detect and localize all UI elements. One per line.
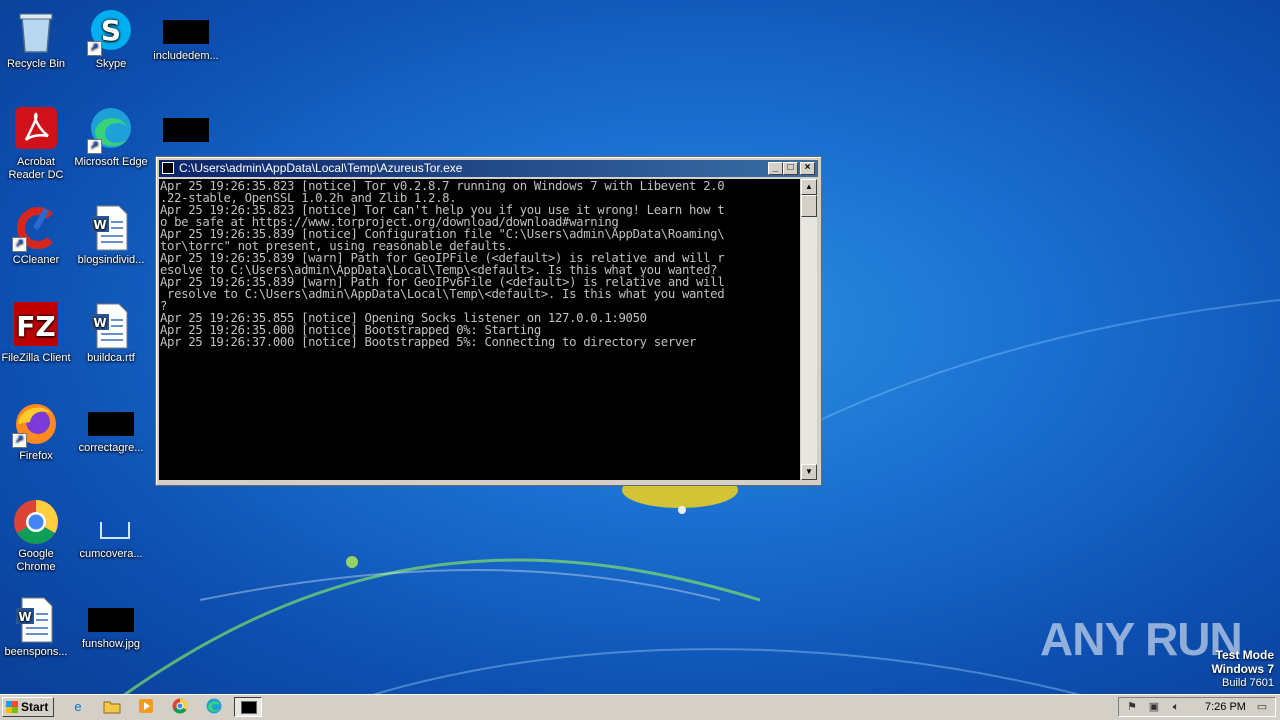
desktop-icon-skype[interactable]: S ↗ Skype [73, 8, 149, 71]
shortcut-arrow-icon: ↗ [87, 41, 102, 56]
console-output-area[interactable]: Apr 25 19:26:35.823 [notice] Tor v0.2.8.… [159, 179, 800, 480]
console-line: resolve to C:\Users\admin\AppData\Local\… [160, 287, 725, 301]
ccleaner-icon: ↗ [12, 204, 60, 252]
chrome-taskbar-icon[interactable] [170, 698, 190, 716]
console-taskbar-button[interactable] [234, 697, 262, 717]
desktop-icon-label: Acrobat Reader DC [8, 156, 64, 181]
desktop-icon-label: buildca.rtf [87, 352, 135, 364]
desktop-icon-label: Google Chrome [16, 548, 56, 573]
chrome-icon [12, 498, 60, 546]
start-label: Start [21, 700, 49, 714]
test-mode-notice: Test Mode Windows 7 Build 7601 [1211, 648, 1274, 690]
console-titlebar[interactable]: C:\Users\admin\AppData\Local\Temp\Azureu… [159, 160, 818, 177]
desktop-icon-firefox[interactable]: ↗ Firefox [0, 400, 74, 463]
desktop-icon-beenspons[interactable]: W beenspons... [0, 596, 74, 659]
media-player-icon[interactable] [136, 698, 156, 716]
desktop-icon-correctagre[interactable]: correctagre... [73, 400, 149, 455]
scroll-up-button[interactable]: ▲ [801, 179, 817, 195]
word-doc-icon: W [87, 302, 135, 350]
maximize-button[interactable]: □ [783, 162, 798, 175]
shortcut-arrow-icon: ↗ [12, 433, 27, 448]
firefox-icon: ↗ [12, 400, 60, 448]
console-app-icon [162, 162, 174, 174]
console-line: Apr 25 19:26:37.000 [notice] Bootstrappe… [160, 335, 697, 349]
desktop-icon-label: Microsoft Edge [74, 156, 148, 168]
svg-text:W: W [93, 316, 106, 330]
acrobat-icon [12, 106, 60, 154]
file-icon [87, 498, 135, 546]
desktop-icon-hidden-file[interactable] [148, 106, 224, 148]
file-icon [163, 20, 209, 44]
svg-text:W: W [93, 218, 106, 232]
minimize-button[interactable]: _ [768, 162, 783, 175]
volume-icon[interactable]: 🔈︎ [1169, 700, 1183, 714]
desktop-icon-funshow[interactable]: funshow.jpg [73, 596, 149, 651]
desktop-icon-filezilla[interactable]: FZ FileZilla Client [0, 302, 74, 365]
image-file-icon [88, 608, 134, 632]
shortcut-arrow-icon: ↗ [87, 139, 102, 154]
desktop-icon-ccleaner[interactable]: ↗ CCleaner [0, 204, 74, 267]
console-output-text: Apr 25 19:26:35.823 [notice] Tor v0.2.8.… [159, 179, 800, 348]
test-mode-build: Build 7601 [1222, 677, 1274, 689]
filezilla-icon: FZ [12, 302, 60, 350]
start-button[interactable]: Start [2, 697, 54, 717]
desktop-icon-label: FileZilla Client [1, 352, 71, 364]
edge-icon: ↗ [87, 106, 135, 154]
vertical-scrollbar[interactable]: ▲ ▼ [801, 179, 817, 480]
internet-explorer-icon[interactable]: e [68, 698, 88, 716]
test-mode-line: Test Mode [1215, 648, 1274, 662]
scroll-thumb[interactable] [801, 195, 817, 217]
shortcut-arrow-icon: ↗ [12, 237, 27, 252]
svg-text:FZ: FZ [16, 310, 55, 343]
desktop-icon-acrobat[interactable]: Acrobat Reader DC [0, 106, 74, 182]
windows-logo-icon [6, 701, 18, 713]
desktop-icon-edge[interactable]: ↗ Microsoft Edge [73, 106, 149, 169]
desktop-icon-recycle-bin[interactable]: Recycle Bin [0, 8, 74, 71]
console-taskbar-icon [241, 701, 257, 714]
word-doc-icon: W [87, 204, 135, 252]
svg-text:W: W [18, 610, 31, 624]
desktop-icon-includedem[interactable]: includedem... [148, 8, 224, 63]
taskbar: Start e ⚑ ▣ 🔈︎ 7:26 PM ▭ [0, 694, 1280, 720]
console-title: C:\Users\admin\AppData\Local\Temp\Azureu… [179, 161, 463, 175]
taskbar-clock[interactable]: 7:26 PM [1205, 698, 1246, 716]
test-mode-os: Windows 7 [1211, 662, 1274, 676]
file-icon [163, 118, 209, 142]
system-tray: ⚑ ▣ 🔈︎ 7:26 PM ▭ [1118, 697, 1276, 717]
edge-taskbar-icon[interactable] [204, 698, 224, 716]
svg-text:S: S [101, 14, 121, 47]
skype-icon: S ↗ [87, 8, 135, 56]
show-desktop-icon[interactable]: ▭ [1255, 700, 1269, 714]
desktop-icon-label: funshow.jpg [81, 638, 141, 650]
desktop-icon-chrome[interactable]: Google Chrome [0, 498, 74, 574]
desktop-icon-label: cumcovera... [79, 548, 143, 560]
close-button[interactable]: × [800, 162, 815, 175]
desktop-icon-label: includedem... [153, 50, 219, 62]
desktop-icon-cumcovera[interactable]: cumcovera... [73, 498, 149, 561]
scroll-down-button[interactable]: ▼ [801, 464, 817, 480]
desktop-icon-label: CCleaner [12, 254, 60, 266]
desktop-icon-label: blogsindivid... [77, 254, 145, 266]
action-center-flag-icon[interactable]: ⚑ [1125, 700, 1139, 714]
desktop-icon-label: Skype [95, 58, 127, 70]
desktop-icon-label: Recycle Bin [6, 58, 66, 70]
desktop-icon-label: beenspons... [4, 646, 68, 658]
desktop-icon-label: correctagre... [78, 442, 144, 454]
recycle-bin-icon [12, 8, 60, 56]
file-icon [88, 412, 134, 436]
desktop-icon-buildca[interactable]: W buildca.rtf [73, 302, 149, 365]
file-explorer-icon[interactable] [102, 698, 122, 716]
desktop-icon-label: Firefox [19, 450, 53, 462]
console-window[interactable]: C:\Users\admin\AppData\Local\Temp\Azureu… [155, 156, 822, 486]
desktop-icon-blogsindivid[interactable]: W blogsindivid... [73, 204, 149, 267]
network-icon[interactable]: ▣ [1147, 700, 1161, 714]
word-doc-icon: W [12, 596, 60, 644]
